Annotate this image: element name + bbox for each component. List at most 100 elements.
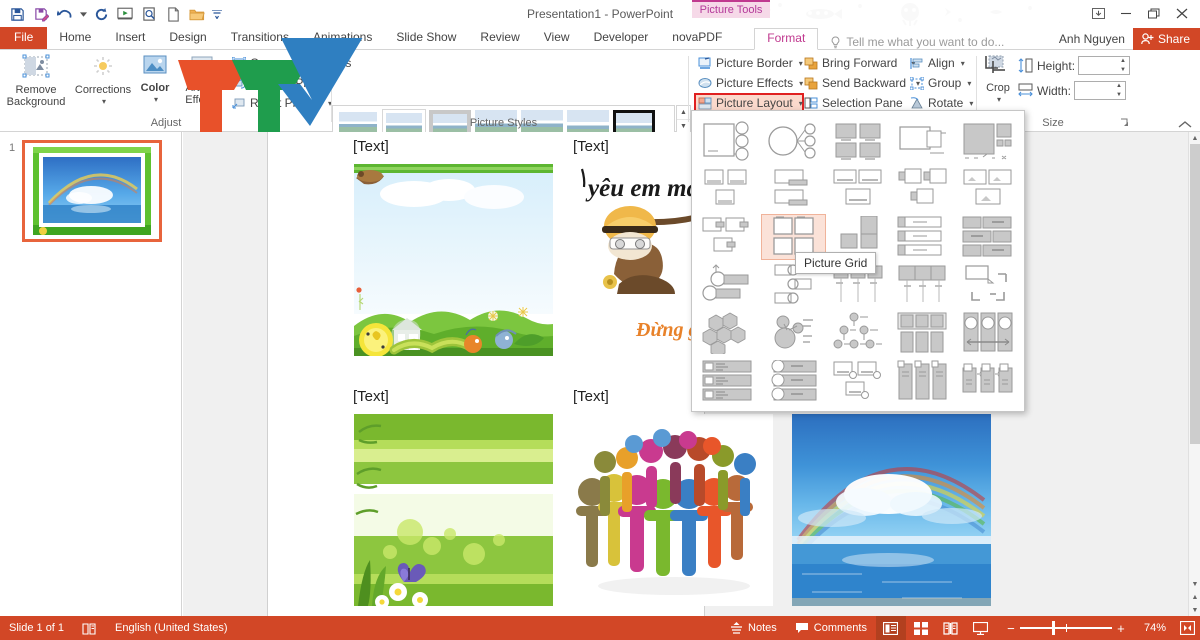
slide-sorter-view-button[interactable] (906, 616, 936, 640)
layout-picture-strips-2[interactable] (891, 262, 954, 308)
layout-alternating-picture-blocks[interactable] (957, 214, 1019, 260)
open-icon[interactable] (186, 3, 208, 25)
layout-snapshot-picture-list[interactable] (697, 214, 759, 260)
layout-horizontal-picture-list[interactable] (762, 358, 825, 404)
normal-view-button[interactable] (875, 616, 906, 640)
slide-image-extra[interactable] (792, 414, 991, 606)
accessibility-checker-icon[interactable] (73, 616, 106, 640)
ribbon-display-options-icon[interactable] (1084, 2, 1112, 24)
slideshow-view-button[interactable] (966, 616, 996, 640)
scrollbar-thumb[interactable] (1190, 144, 1200, 444)
slide-canvas[interactable]: [Text] [Text] yêu em mà Đừng giận n [Tex… (268, 132, 991, 616)
new-icon[interactable] (162, 3, 184, 25)
redo-icon[interactable] (90, 3, 112, 25)
compress-pictures-button[interactable]: Compress Pictures (228, 53, 351, 73)
tab-design[interactable]: Design (157, 27, 218, 49)
layout-radial-picture-list[interactable] (762, 310, 825, 356)
size-dialog-launcher[interactable] (1120, 118, 1130, 128)
tab-format[interactable]: Format (754, 28, 819, 50)
crop-button[interactable]: Crop ▾ (978, 50, 1018, 106)
picture-caption-2[interactable]: [Text] (353, 388, 389, 405)
previous-slide-button[interactable]: ▲ (1189, 591, 1200, 603)
picture-effects-button[interactable]: Picture Effects ▾ (694, 73, 804, 93)
slide-image-0[interactable] (354, 164, 553, 356)
minimize-button[interactable] (1112, 2, 1140, 24)
tab-file[interactable]: File (0, 27, 48, 49)
slide-image-2[interactable] (354, 414, 553, 606)
layout-picture-strips[interactable] (956, 118, 1019, 164)
reading-view-button[interactable] (936, 616, 966, 640)
change-picture-button[interactable]: Change Picture (228, 73, 333, 93)
group-caret-icon[interactable]: ▾ (967, 79, 971, 88)
crop-caret-icon[interactable]: ▾ (997, 94, 1001, 106)
tab-home[interactable]: Home (47, 27, 103, 49)
corrections-button[interactable]: Corrections ▾ (72, 50, 134, 108)
layout-ascending-picture-accent[interactable] (697, 262, 760, 308)
undo-dropdown-icon[interactable] (78, 3, 88, 25)
tab-transitions[interactable]: Transitions (219, 27, 301, 49)
start-slideshow-icon[interactable] (114, 3, 136, 25)
width-input[interactable]: ▲ ▼ (1074, 81, 1127, 100)
picture-caption-1[interactable]: [Text] (573, 138, 609, 155)
layout-framed-text-picture[interactable] (956, 262, 1019, 308)
scroll-up-arrow[interactable]: ▲ (1189, 132, 1200, 144)
layout-picture-caption[interactable] (762, 166, 825, 212)
layout-hierarchy-picture-list[interactable] (827, 310, 890, 356)
align-caret-icon[interactable]: ▾ (961, 59, 965, 68)
zoom-level-label[interactable]: 74% (1136, 622, 1174, 634)
save-as-icon[interactable] (30, 3, 52, 25)
restore-button[interactable] (1140, 2, 1168, 24)
zoom-track[interactable] (1019, 621, 1112, 635)
slide-area-scrollbar[interactable]: ▲ ▼ ▲ ▼ (1188, 132, 1200, 616)
zoom-handle[interactable] (1051, 621, 1055, 635)
remove-background-button[interactable]: Remove Background (0, 50, 72, 108)
customize-qat-icon[interactable] (210, 3, 224, 25)
layout-linked-picture-blocks[interactable] (956, 358, 1019, 404)
tab-novapdf[interactable]: novaPDF (660, 27, 734, 49)
layout-captioned-pictures[interactable] (697, 166, 760, 212)
layout-picture-grid-top[interactable] (827, 118, 890, 164)
width-spinner[interactable]: ▲ ▼ (1114, 83, 1124, 98)
print-preview-icon[interactable] (138, 3, 160, 25)
height-spinner[interactable]: ▲ ▼ (1118, 58, 1128, 73)
comments-button[interactable]: Comments (786, 616, 876, 640)
slide-image-3[interactable] (574, 414, 773, 606)
layout-circular-picture-callout[interactable] (956, 310, 1019, 356)
layout-picture-caption-list[interactable] (891, 118, 954, 164)
collapse-ribbon-icon[interactable] (1178, 120, 1192, 129)
zoom-slider[interactable]: − + (996, 621, 1136, 636)
layout-picture-frame-grid[interactable] (891, 310, 954, 356)
layout-bubble-picture-list[interactable] (891, 166, 954, 212)
reset-picture-button[interactable]: Reset Picture ▾ (228, 93, 332, 113)
tab-view[interactable]: View (532, 27, 582, 49)
group-button[interactable]: Group ▾ (906, 73, 974, 93)
align-button[interactable]: Align ▾ (906, 53, 974, 73)
color-button[interactable]: Color ▾ (134, 50, 176, 106)
layout-vertical-picture-accent-list[interactable] (697, 358, 760, 404)
slide-thumbnail-1[interactable] (22, 140, 162, 242)
language-label[interactable]: English (United States) (106, 616, 237, 640)
color-caret-icon[interactable]: ▾ (154, 94, 158, 106)
share-button[interactable]: Share (1132, 28, 1200, 50)
rotate-caret-icon[interactable]: ▾ (969, 99, 973, 108)
layout-bending-picture-caption[interactable] (827, 166, 890, 212)
next-slide-button[interactable]: ▼ (1189, 604, 1200, 616)
close-button[interactable] (1168, 2, 1196, 24)
notes-button[interactable]: Notes (721, 616, 786, 640)
slide-editing-area[interactable]: [Text] [Text] yêu em mà Đừng giận n [Tex… (183, 132, 1188, 616)
bring-forward-button[interactable]: Bring Forward ▾ (800, 53, 915, 73)
undo-icon[interactable] (54, 3, 76, 25)
picture-border-button[interactable]: Picture Border ▾ (694, 53, 804, 73)
send-backward-button[interactable]: Send Backward ▾ (800, 73, 920, 93)
picture-caption-0[interactable]: [Text] (353, 138, 389, 155)
artistic-effects-button[interactable]: Artistic Effects (176, 50, 228, 106)
layout-vertical-block-list[interactable] (891, 358, 954, 404)
user-name[interactable]: Anh Nguyen (1059, 32, 1133, 46)
layout-hexagon-cluster[interactable] (697, 310, 760, 356)
picture-caption-3[interactable]: [Text] (573, 388, 609, 405)
scroll-down-arrow[interactable]: ▼ (1189, 578, 1200, 590)
corrections-caret-icon[interactable]: ▾ (102, 96, 106, 108)
layout-accented-picture[interactable] (697, 118, 760, 164)
layout-circle-picture-hierarchy[interactable] (762, 118, 825, 164)
layout-bending-picture-blocks[interactable] (827, 358, 890, 404)
